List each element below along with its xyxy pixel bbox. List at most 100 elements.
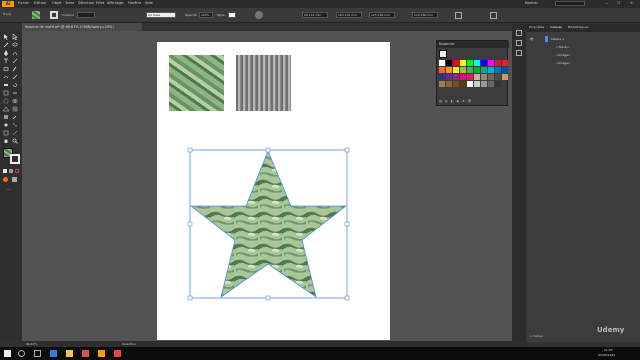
- shape-builder-tool-icon[interactable]: [12, 98, 18, 104]
- color-swatch[interactable]: [453, 67, 459, 73]
- menu-text[interactable]: Texte: [65, 1, 74, 5]
- lasso-tool-icon[interactable]: [12, 42, 18, 48]
- color-swatch[interactable]: [460, 74, 466, 80]
- sublayer-row[interactable]: <Image>: [530, 52, 640, 59]
- line-tool-icon[interactable]: [12, 58, 18, 64]
- draw-mode-icon[interactable]: [3, 177, 8, 182]
- color-swatch[interactable]: [481, 60, 487, 66]
- color-swatch[interactable]: [460, 67, 466, 73]
- color-swatch[interactable]: [502, 60, 508, 66]
- color-swatch[interactable]: [502, 74, 508, 80]
- color-swatch[interactable]: [467, 67, 473, 73]
- tab-properties[interactable]: Propriétés: [529, 25, 544, 29]
- handle-top-right[interactable]: [344, 147, 350, 153]
- color-swatch[interactable]: [488, 67, 494, 73]
- color-swatch[interactable]: [495, 81, 501, 87]
- maximize-icon[interactable]: ☐: [617, 1, 620, 5]
- color-swatch[interactable]: [481, 67, 487, 73]
- color-swatch[interactable]: [453, 74, 459, 80]
- scale-tool-icon[interactable]: [3, 90, 9, 96]
- minimize-icon[interactable]: —: [605, 1, 609, 5]
- clock-date[interactable]: 03/04/2021: [598, 353, 615, 357]
- app-icon[interactable]: [82, 350, 89, 357]
- transform-icon[interactable]: [455, 12, 462, 19]
- workspace-switcher[interactable]: Normal: [525, 1, 538, 5]
- eye-icon[interactable]: 👁: [530, 37, 534, 41]
- width-input[interactable]: 125,189 mm: [369, 12, 395, 18]
- stroke-weight-input[interactable]: [77, 12, 95, 18]
- hand-tool-icon[interactable]: [3, 138, 9, 144]
- star-fill[interactable]: [189, 149, 348, 298]
- close-icon[interactable]: ✕: [630, 1, 633, 5]
- handle-middle-right[interactable]: [344, 221, 350, 227]
- type-tool-icon[interactable]: [3, 58, 9, 64]
- color-swatch[interactable]: [474, 74, 480, 80]
- rotate-tool-icon[interactable]: [12, 82, 18, 88]
- fill-swatch-icon[interactable]: [32, 11, 40, 19]
- slice-tool-icon[interactable]: [12, 130, 18, 136]
- color-swatch[interactable]: [502, 67, 508, 73]
- stroke-color-icon[interactable]: [10, 154, 20, 164]
- task-view-icon[interactable]: [34, 350, 41, 357]
- color-swatch[interactable]: [439, 60, 445, 66]
- align-icon[interactable]: [490, 12, 497, 19]
- mesh-tool-icon[interactable]: [12, 106, 18, 112]
- swatch-panel-footer-icons[interactable]: ▦ ▤ ◧ ▣ ✚ 🗑: [439, 99, 507, 105]
- color-swatch[interactable]: [460, 81, 466, 87]
- blend-tool-icon[interactable]: [3, 122, 9, 128]
- menu-view[interactable]: Affichage: [107, 1, 123, 5]
- pen-tool-icon[interactable]: [3, 50, 9, 56]
- color-swatch[interactable]: [495, 60, 501, 66]
- none-mode-icon[interactable]: [15, 169, 19, 173]
- shaper-tool-icon[interactable]: [3, 74, 9, 80]
- y-position-input[interactable]: 163,152 mm: [336, 12, 362, 18]
- color-swatch[interactable]: [467, 81, 473, 87]
- menu-edit[interactable]: Edition: [34, 1, 46, 5]
- opacity-input[interactable]: 100%: [199, 12, 213, 18]
- current-fill-icon[interactable]: [439, 50, 447, 58]
- color-swatch[interactable]: [439, 67, 445, 73]
- color-swatch[interactable]: [474, 67, 480, 73]
- color-swatch[interactable]: [495, 67, 501, 73]
- stroke-style-select[interactable]: De base: [146, 12, 176, 18]
- paintbrush-tool-icon[interactable]: [12, 66, 18, 72]
- symbol-sprayer-tool-icon[interactable]: [12, 122, 18, 128]
- eyedropper-tool-icon[interactable]: [12, 114, 18, 120]
- color-swatch[interactable]: [488, 60, 494, 66]
- color-swatch[interactable]: [474, 60, 480, 66]
- eraser-tool-icon[interactable]: [3, 82, 9, 88]
- menu-help[interactable]: Aide: [145, 1, 153, 5]
- color-swatch[interactable]: [460, 60, 466, 66]
- width-tool-icon[interactable]: [12, 90, 18, 96]
- zoom-tool-icon[interactable]: [12, 138, 18, 144]
- color-swatch[interactable]: [446, 74, 452, 80]
- recolor-icon[interactable]: [255, 11, 263, 19]
- edge-icon[interactable]: [50, 350, 57, 357]
- menu-object[interactable]: Objet: [52, 1, 61, 5]
- selection-tool-icon[interactable]: [3, 34, 9, 40]
- color-swatch[interactable]: [481, 81, 487, 87]
- menu-effect[interactable]: Effet: [96, 1, 104, 5]
- color-swatch[interactable]: [453, 81, 459, 87]
- color-swatch[interactable]: [474, 81, 480, 87]
- style-swatch[interactable]: [228, 12, 236, 18]
- color-swatch[interactable]: [488, 74, 494, 80]
- pencil-tool-icon[interactable]: [12, 74, 18, 80]
- color-swatch[interactable]: [467, 74, 473, 80]
- illustrator-taskbar-icon[interactable]: [98, 350, 105, 357]
- artboard-tool-icon[interactable]: [3, 130, 9, 136]
- properties-dock-icon[interactable]: [516, 30, 522, 36]
- direct-selection-tool-icon[interactable]: [12, 33, 18, 41]
- handle-top-center[interactable]: [265, 147, 271, 153]
- color-swatch[interactable]: [467, 60, 473, 66]
- x-position-input[interactable]: 80,132 mm: [302, 12, 328, 18]
- color-swatch[interactable]: [446, 81, 452, 87]
- windows-start-icon[interactable]: [4, 350, 11, 357]
- sublayer-row[interactable]: <Tracé>: [530, 44, 640, 51]
- layers-dock-icon[interactable]: [516, 40, 522, 46]
- magic-wand-tool-icon[interactable]: [3, 42, 9, 48]
- handle-bottom-right[interactable]: [344, 295, 350, 301]
- sublayer-row[interactable]: <Image>: [530, 60, 640, 67]
- document-tab[interactable]: Nuance de motif.ai* @ 66,67% (CMJN/Aperç…: [22, 23, 142, 31]
- menu-window[interactable]: Fenêtre: [128, 1, 141, 5]
